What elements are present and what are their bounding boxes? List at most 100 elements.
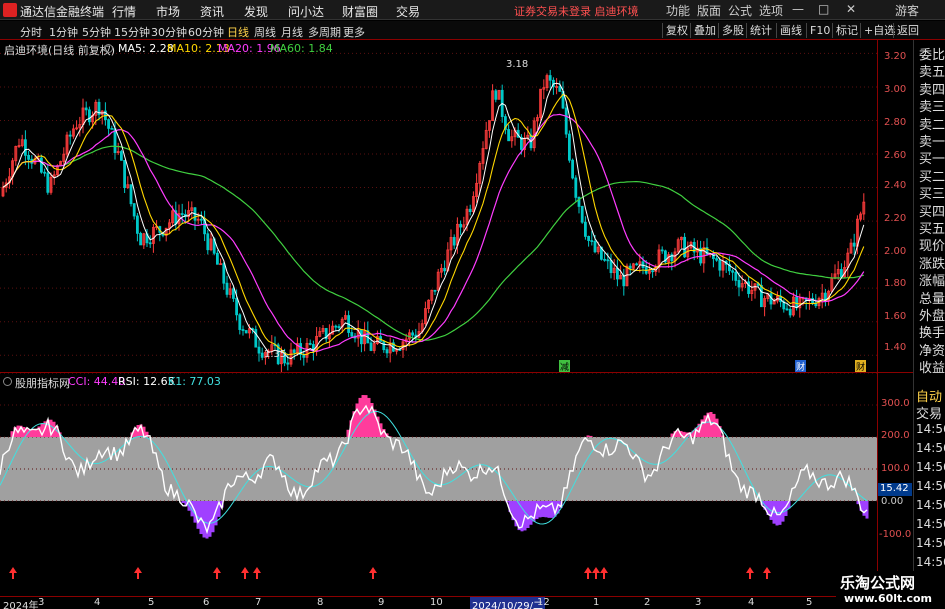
- candle-body: [123, 159, 126, 188]
- side-item: 买四: [919, 204, 945, 220]
- buy-arrow-icon: [253, 567, 261, 579]
- candle-body: [46, 172, 50, 193]
- buy-arrow-icon: [241, 567, 249, 579]
- candle-body: [452, 237, 456, 246]
- candle-body: [222, 263, 226, 284]
- candle-body: [286, 362, 290, 365]
- menu-discover[interactable]: 发现: [244, 3, 268, 20]
- rsi-label: RSI: 12.65: [118, 375, 175, 388]
- period-weekly[interactable]: 周线: [254, 24, 276, 40]
- candle-body: [558, 86, 562, 92]
- maximize-icon[interactable]: □: [818, 2, 829, 16]
- candle-body: [68, 134, 72, 137]
- candle-body: [840, 269, 843, 278]
- candle-body: [795, 296, 798, 309]
- buy-arrow-icon: [746, 567, 754, 579]
- candle-body: [107, 119, 110, 129]
- trade-time: 14:56: [916, 536, 945, 550]
- f10-button[interactable]: F10: [806, 23, 833, 38]
- guest-label[interactable]: 游客: [895, 2, 919, 19]
- candle-body: [23, 139, 27, 156]
- period-monthly[interactable]: 月线: [281, 24, 303, 40]
- multi-stock-button[interactable]: 多股: [718, 23, 747, 38]
- buy-arrow-icon: [600, 567, 608, 579]
- menu-wealth[interactable]: 财富圈: [342, 3, 378, 20]
- candle-body: [737, 280, 741, 288]
- candle-body: [350, 332, 354, 337]
- close-icon[interactable]: ✕: [846, 2, 856, 16]
- period-30min[interactable]: 30分钟: [151, 24, 187, 40]
- menu-ask[interactable]: 问小达: [288, 3, 324, 20]
- period-5min[interactable]: 5分钟: [82, 24, 111, 40]
- candle-body: [235, 298, 239, 316]
- trade-label[interactable]: 交易: [916, 403, 942, 422]
- candle-body: [359, 329, 363, 345]
- candle-body: [411, 332, 415, 336]
- watermark-url: www.60lt.com: [844, 592, 933, 605]
- side-item: 买三: [919, 187, 945, 203]
- watermark: 乐淘公式网 www.60lt.com: [836, 571, 945, 609]
- draw-button[interactable]: 画线: [776, 23, 805, 38]
- side-item: 买一: [919, 152, 945, 168]
- trade-time: 14:56: [916, 555, 945, 569]
- candle-body: [254, 329, 258, 348]
- axis-tick: 1.80: [884, 278, 907, 289]
- candle-body: [215, 252, 219, 265]
- ind-axis-tick: 0.00: [881, 496, 904, 507]
- menu-quotes[interactable]: 行情: [112, 3, 136, 20]
- candle-body: [443, 267, 447, 272]
- side-item: 换手: [919, 326, 945, 342]
- price-chart[interactable]: [0, 40, 877, 374]
- axis-tick: 2.20: [884, 213, 907, 224]
- back-button[interactable]: 返回: [893, 23, 922, 38]
- mark-button[interactable]: 标记: [832, 23, 861, 38]
- menu-trade[interactable]: 交易: [396, 3, 420, 20]
- minimize-icon[interactable]: —: [792, 2, 804, 16]
- broker-status[interactable]: 证券交易未登录 启迪环境: [514, 3, 639, 19]
- candle-body: [760, 285, 763, 308]
- menu-function[interactable]: 功能: [666, 2, 690, 19]
- date-tick: 6: [203, 597, 210, 608]
- candle-body: [468, 208, 472, 213]
- axis-tick: 2.00: [884, 246, 907, 257]
- adjust-button[interactable]: 复权: [662, 23, 691, 38]
- overlay-button[interactable]: 叠加: [690, 23, 719, 38]
- period-daily[interactable]: 日线: [227, 24, 249, 40]
- indicator-chart[interactable]: [0, 372, 877, 597]
- trade-time: 14:56: [916, 479, 945, 493]
- settings-icon[interactable]: [104, 44, 113, 53]
- candle-body: [88, 109, 91, 123]
- price-chart-pane[interactable]: 启迪环境(日线 前复权) MA5: 2.28 MA10: 2.13 MA20: …: [0, 40, 877, 374]
- stats-button[interactable]: 统计: [746, 23, 775, 38]
- candle-body: [206, 233, 210, 251]
- candle-body: [257, 346, 261, 354]
- trade-time: 14:56: [916, 422, 945, 436]
- menu-market[interactable]: 市场: [156, 3, 180, 20]
- indicator-title: 股朋指标网: [15, 377, 70, 390]
- candle-body: [385, 349, 389, 354]
- indicator-settings-icon[interactable]: [3, 377, 12, 386]
- menu-formula[interactable]: 公式: [728, 2, 752, 19]
- side-item: 涨幅: [919, 274, 945, 290]
- period-multi[interactable]: 多周期: [308, 24, 341, 40]
- side-item: 卖四: [919, 82, 945, 98]
- candle-body: [398, 349, 402, 351]
- buy-arrow-icon: [213, 567, 221, 579]
- date-tick: 7: [255, 597, 262, 608]
- menu-options[interactable]: 选项: [759, 2, 783, 19]
- period-15min[interactable]: 15分钟: [114, 24, 150, 40]
- period-1min[interactable]: 1分钟: [49, 24, 78, 40]
- ma10-line: [2, 93, 865, 356]
- date-tick: 12: [537, 597, 550, 608]
- candle-body: [852, 242, 856, 247]
- period-more[interactable]: 更多: [343, 24, 365, 40]
- menu-layout[interactable]: 版面: [697, 2, 721, 19]
- candle-body: [139, 232, 143, 246]
- indicator-pane[interactable]: 股朋指标网 CCI: 44.40 RSI: 12.65 K1: 77.03: [0, 372, 877, 596]
- period-tick[interactable]: 分时: [20, 24, 42, 40]
- menu-news[interactable]: 资讯: [200, 3, 224, 20]
- candle-body: [231, 288, 235, 299]
- candle-body: [718, 259, 722, 271]
- period-60min[interactable]: 60分钟: [188, 24, 224, 40]
- date-tick: 4: [94, 597, 101, 608]
